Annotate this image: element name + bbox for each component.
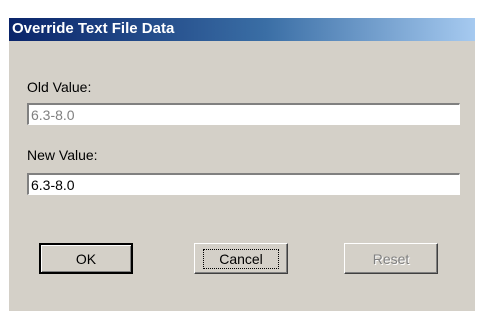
new-value-field[interactable]: 6.3-8.0 bbox=[27, 173, 460, 195]
dialog-title: Override Text File Data bbox=[12, 20, 175, 37]
override-dialog: Override Text File Data Old Value: 6.3-8… bbox=[9, 18, 475, 311]
ok-button[interactable]: OK bbox=[39, 243, 133, 274]
cancel-button-label: Cancel bbox=[203, 248, 279, 269]
ok-button-label: OK bbox=[75, 250, 97, 267]
reset-button: Reset bbox=[344, 243, 438, 274]
new-value-label: New Value: bbox=[27, 147, 98, 163]
old-value-label: Old Value: bbox=[27, 79, 92, 95]
old-value-field: 6.3-8.0 bbox=[27, 103, 460, 125]
cancel-button[interactable]: Cancel bbox=[194, 243, 288, 274]
reset-button-label: Reset bbox=[372, 250, 410, 267]
dialog-titlebar[interactable]: Override Text File Data bbox=[9, 18, 475, 41]
